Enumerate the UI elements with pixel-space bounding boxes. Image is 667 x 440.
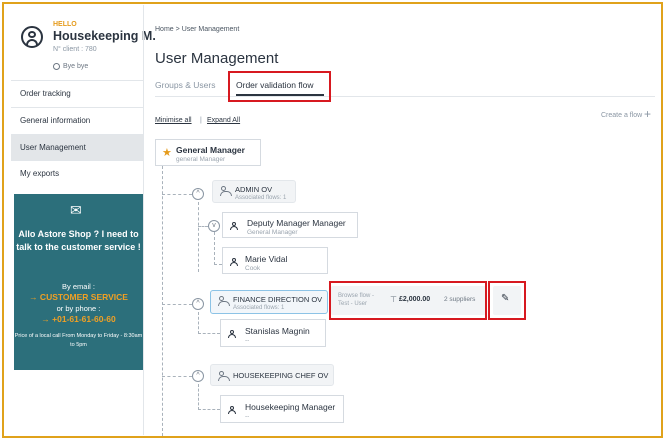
tree-connector	[162, 194, 192, 195]
breadcrumb: Home > User Management	[155, 26, 239, 33]
page-title: User Management	[155, 50, 279, 67]
group-icon	[218, 371, 230, 381]
collapse-toggle-icon[interactable]: ^	[192, 298, 204, 310]
client-number: N° client : 780	[53, 46, 97, 53]
tree-connector	[198, 226, 208, 227]
tree-connector	[198, 409, 220, 410]
tree-connector	[162, 376, 192, 377]
tree-node-housekeeping-chef-ov[interactable]: HOUSEKEEPING CHEF OV	[210, 364, 334, 386]
tree-connector	[198, 202, 199, 272]
node-name: General Manager	[176, 145, 245, 155]
expand-toggle-icon[interactable]: v	[208, 220, 220, 232]
star-icon: ★	[162, 147, 172, 159]
sidebar-item-order-tracking[interactable]: Order tracking	[11, 80, 143, 106]
sidebar-item-user-management[interactable]: User Management	[11, 134, 143, 160]
mail-icon: ✉	[70, 202, 82, 218]
tab-groups-users[interactable]: Groups & Users	[155, 80, 215, 90]
account-panel: HELLO Housekeeping M. N° client : 780 By…	[11, 8, 156, 80]
node-subtitle: general Manager	[176, 156, 226, 163]
sidebar-item-my-exports[interactable]: My exports	[11, 160, 143, 186]
price-note: Price of a local call From Monday to Fri…	[14, 333, 143, 348]
tree-connector	[162, 304, 192, 305]
node-name: Deputy Manager Manager	[247, 218, 346, 228]
user-icon	[228, 406, 236, 415]
promo-question: Allo Astore Shop ? I need to talk to the…	[16, 229, 141, 252]
tree-node-housekeeping-manager[interactable]: Housekeeping Manager --	[220, 395, 344, 423]
breadcrumb-separator: >	[175, 26, 180, 33]
create-flow-link[interactable]: Create a flow	[601, 112, 642, 119]
group-icon	[220, 186, 232, 196]
power-icon[interactable]	[53, 63, 60, 70]
phone-number[interactable]: → +01-61-61-60-60	[14, 314, 143, 324]
highlight-box-tab	[228, 71, 331, 102]
account-name: Housekeeping M.	[53, 29, 156, 43]
node-name: Housekeeping Manager	[245, 402, 336, 412]
collapse-toggle-icon[interactable]: ^	[192, 188, 204, 200]
tree-connector	[214, 264, 222, 265]
by-phone-label: or by phone :	[56, 304, 101, 313]
node-subtitle: General Manager	[247, 229, 298, 236]
tree-node-general-manager[interactable]: ★ General Manager general Manager	[155, 139, 261, 166]
tree-node-admin-ov[interactable]: ADMIN OV Associated flows: 1	[212, 180, 296, 203]
node-name: ADMIN OV	[235, 185, 273, 194]
minimise-all-link[interactable]: Minimise all	[155, 117, 192, 124]
collapse-toggle-icon[interactable]: ^	[192, 370, 204, 382]
tree-node-deputy-manager[interactable]: Deputy Manager Manager General Manager	[222, 212, 358, 238]
node-subtitle: Associated flows: 1	[235, 195, 287, 201]
node-subtitle: --	[245, 413, 250, 420]
sidebar: HELLO Housekeeping M. N° client : 780 By…	[11, 8, 156, 370]
breadcrumb-current: User Management	[181, 26, 240, 33]
node-subtitle: --	[245, 337, 250, 344]
node-name: Stanislas Magnin	[245, 326, 310, 336]
node-name: FINANCE DIRECTION OV	[233, 295, 323, 304]
tree-node-stanislas-magnin[interactable]: Stanislas Magnin --	[220, 319, 326, 347]
breadcrumb-home[interactable]: Home	[155, 26, 174, 33]
tree-node-finance-direction-ov[interactable]: FINANCE DIRECTION OV Associated flows: 1	[210, 290, 328, 314]
node-name: HOUSEKEEPING CHEF OV	[233, 371, 329, 380]
expand-all-link[interactable]: Expand All	[207, 117, 240, 124]
node-subtitle: Associated flows: 1	[233, 305, 285, 311]
customer-service-card: ✉ Allo Astore Shop ? I need to talk to t…	[14, 194, 143, 370]
tree-connector	[214, 232, 215, 265]
controls-separator: |	[200, 117, 202, 124]
plus-icon[interactable]: +	[644, 107, 651, 121]
group-icon	[218, 296, 230, 306]
sidebar-divider	[143, 5, 144, 435]
logout-link[interactable]: Bye bye	[63, 63, 88, 70]
highlight-box-flow	[329, 281, 487, 320]
greeting: HELLO	[53, 21, 77, 28]
sidebar-item-general-information[interactable]: General information	[11, 107, 143, 133]
user-icon	[228, 330, 236, 339]
tree-connector	[198, 333, 220, 334]
tree-connector	[198, 312, 199, 334]
tree-connector	[198, 384, 199, 410]
node-name: Marie Vidal	[245, 254, 288, 264]
by-email-label: By email :	[62, 282, 95, 291]
user-icon	[230, 258, 238, 267]
tree-connector	[162, 166, 163, 436]
customer-service-link[interactable]: → CUSTOMER SERVICE	[14, 292, 143, 302]
user-icon	[230, 222, 238, 231]
avatar-icon	[21, 26, 43, 48]
node-subtitle: Cook	[245, 265, 261, 272]
highlight-box-edit	[488, 281, 526, 320]
tree-node-marie-vidal[interactable]: Marie Vidal Cook	[222, 247, 328, 274]
